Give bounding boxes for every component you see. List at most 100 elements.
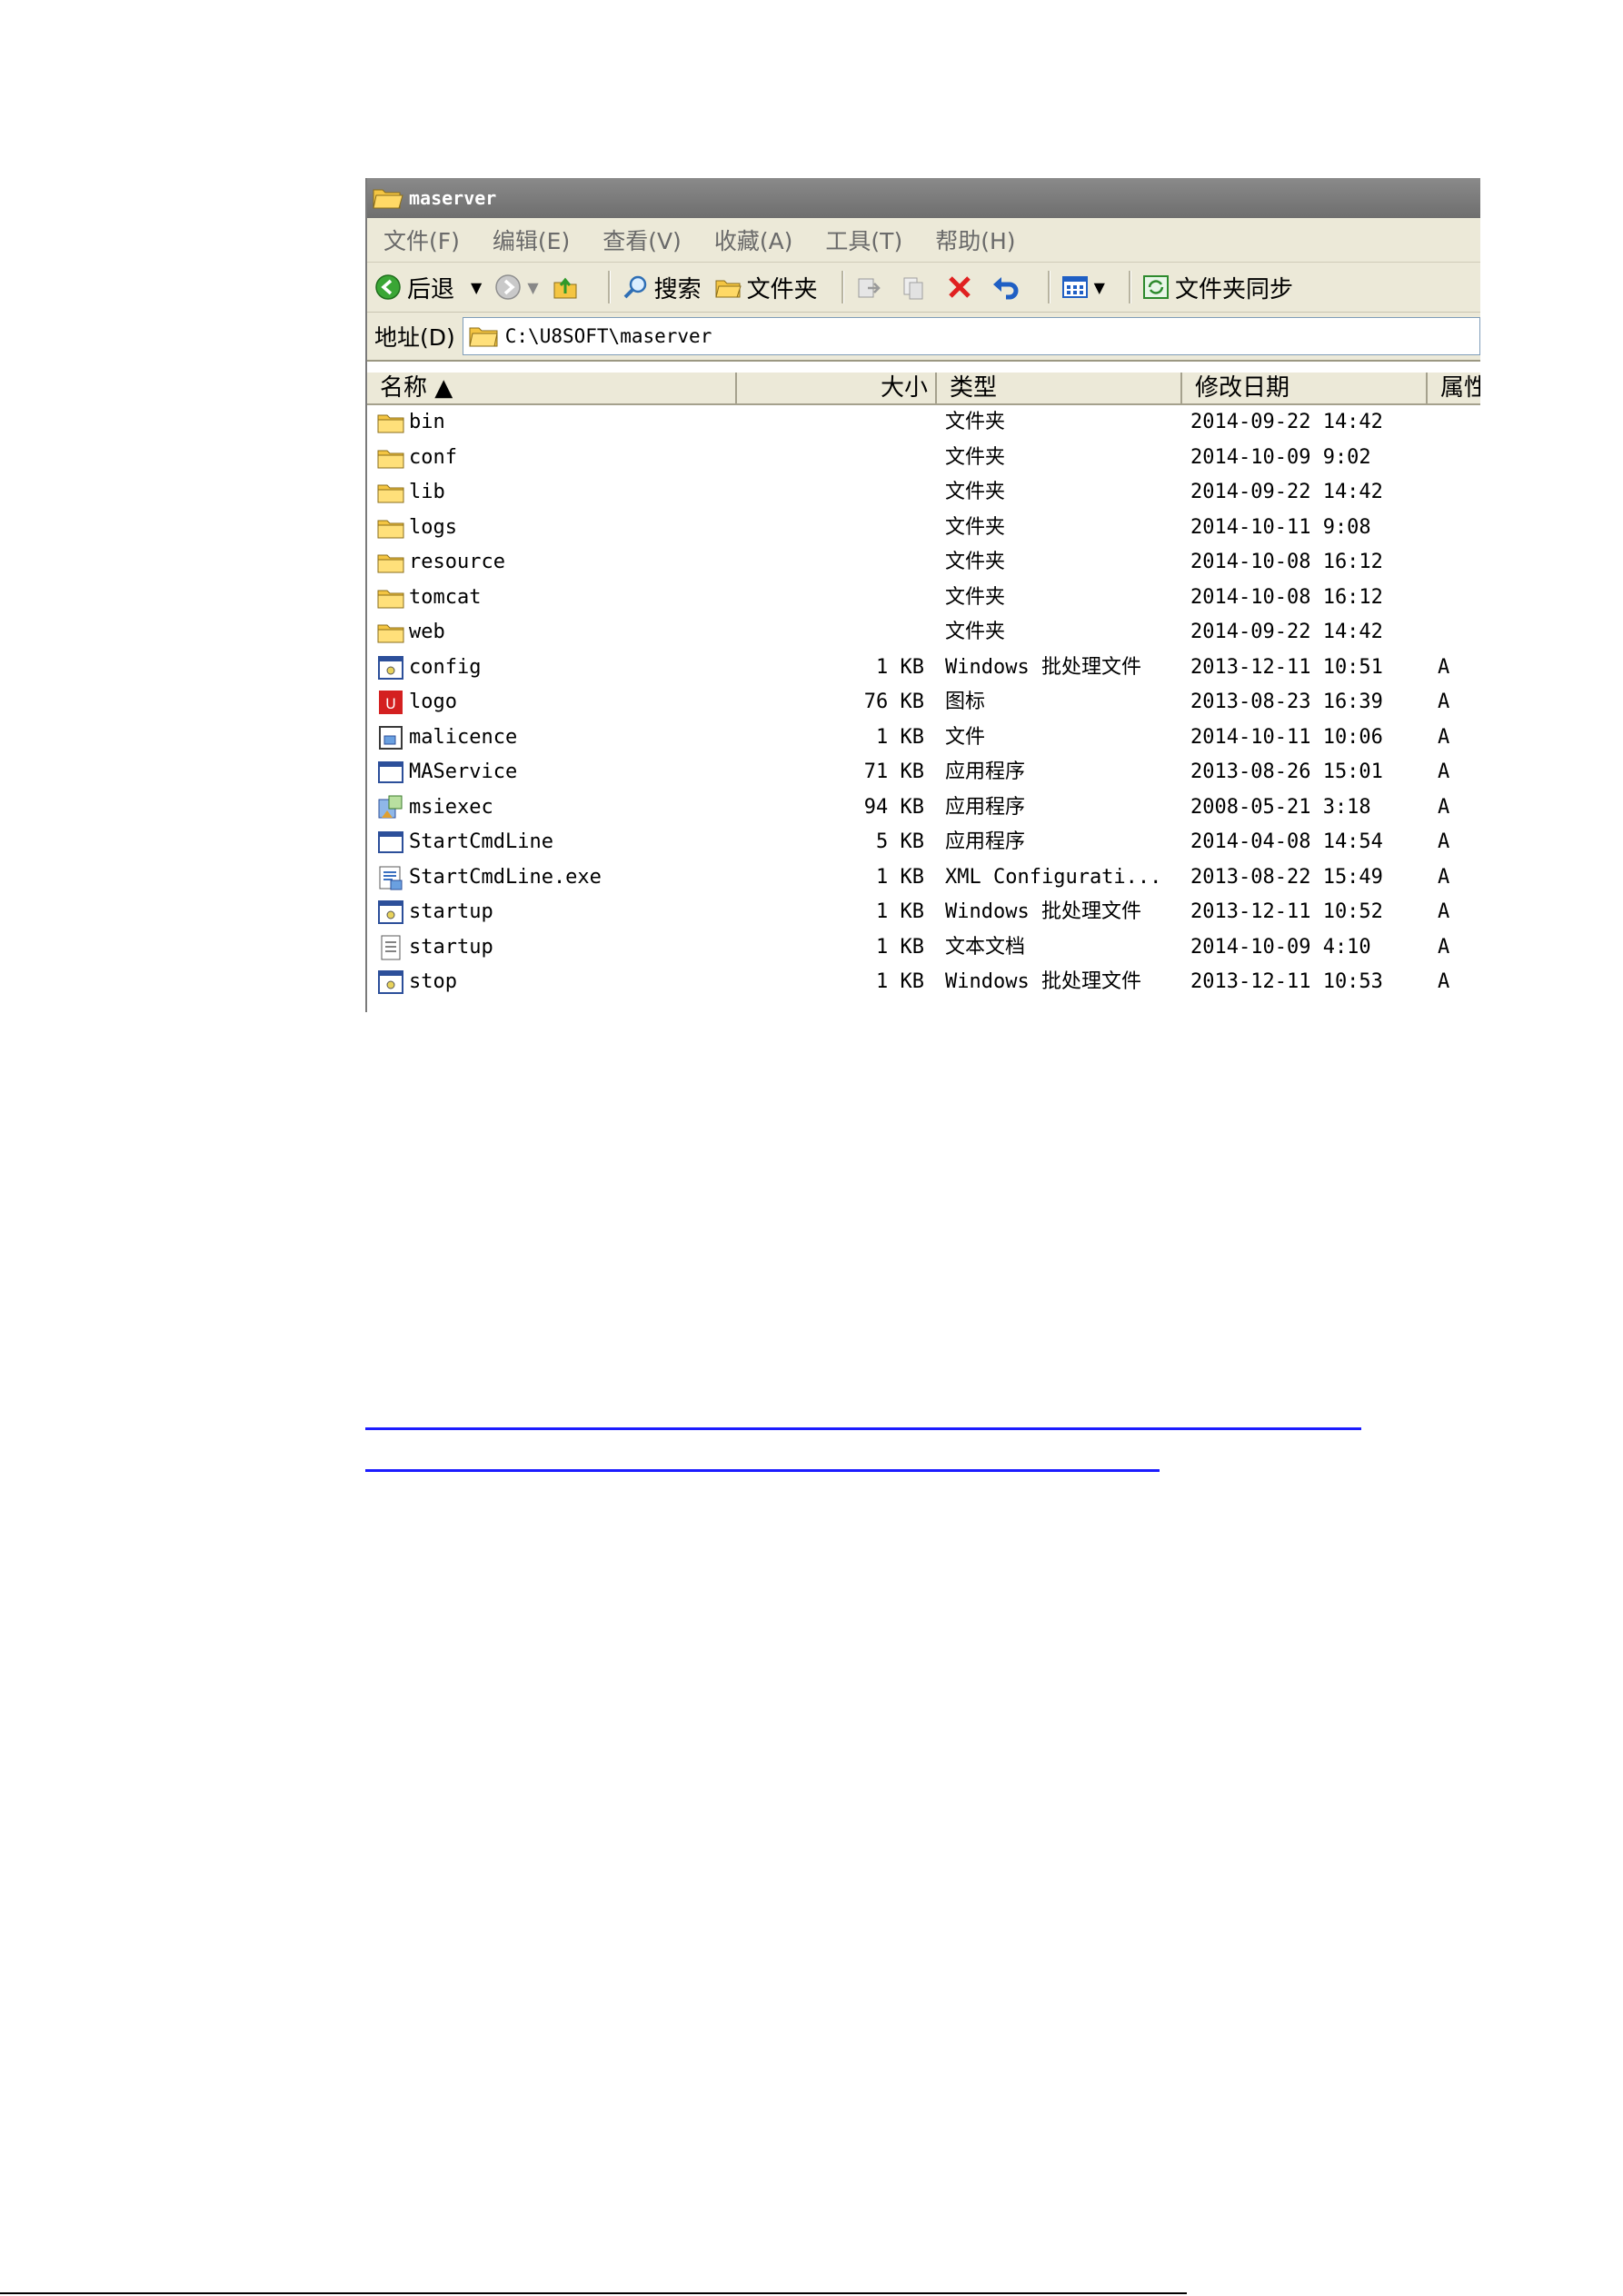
file-row[interactable]: config 1 KB Windows 批处理文件 2013-12-11 10:51 A — [367, 651, 1480, 686]
file-name: MAService — [409, 760, 518, 783]
menu-edit[interactable]: 编辑(E) — [493, 224, 570, 256]
generic-file-icon — [379, 725, 403, 750]
file-name-cell[interactable]: startup — [376, 930, 493, 965]
hyperlink-underline[interactable] — [365, 1427, 1361, 1430]
back-dropdown-icon[interactable]: ▼ — [471, 279, 482, 296]
file-name-cell[interactable]: startup — [376, 895, 493, 929]
column-header-attributes[interactable]: 属性 — [1428, 373, 1480, 403]
file-name-cell[interactable]: lib — [376, 475, 445, 510]
views-grid-icon — [1061, 276, 1088, 298]
file-modified-date: 2013-08-22 15:49 — [1190, 865, 1383, 889]
file-name-cell[interactable]: logs — [376, 511, 457, 545]
views-button[interactable]: ▼ — [1061, 273, 1105, 301]
column-header-modified[interactable]: 修改日期 — [1182, 373, 1428, 403]
forward-button[interactable]: ▼ — [494, 273, 539, 301]
file-name: logs — [409, 515, 457, 539]
toolbar-separator — [1128, 271, 1131, 303]
address-value: C:\U8SOFT\maserver — [504, 325, 712, 347]
file-name-cell[interactable]: MAService — [376, 755, 517, 790]
file-name-cell[interactable]: web — [376, 615, 445, 650]
file-row[interactable]: msiexec 94 KB 应用程序 2008-05-21 3:18 A — [367, 790, 1480, 826]
file-modified-date: 2014-10-09 4:10 — [1190, 935, 1371, 959]
address-bar: 地址(D) C:\U8SOFT\maserver — [367, 313, 1480, 362]
title-bar: maserver — [367, 178, 1480, 218]
forward-dropdown-icon[interactable]: ▼ — [527, 279, 538, 296]
up-folder-button[interactable] — [552, 273, 584, 301]
file-name-cell[interactable]: StartCmdLine — [376, 825, 553, 860]
file-modified-date: 2014-09-22 14:42 — [1190, 621, 1383, 643]
file-type: XML Configurati... — [945, 865, 1162, 889]
file-row[interactable]: MAService 71 KB 应用程序 2013-08-26 15:01 A — [367, 755, 1480, 790]
file-attributes: A — [1438, 691, 1450, 713]
column-header-type[interactable]: 类型 — [937, 373, 1182, 403]
file-row[interactable]: logs 文件夹 2014-10-11 9:08 — [367, 511, 1480, 546]
file-row[interactable]: resource 文件夹 2014-10-08 16:12 — [367, 545, 1480, 581]
file-name-cell[interactable]: conf — [376, 441, 457, 475]
file-name-cell[interactable]: config — [376, 651, 481, 685]
search-button[interactable]: 搜索 — [622, 271, 702, 304]
file-modified-date: 2014-10-08 16:12 — [1190, 585, 1383, 609]
file-name-cell[interactable]: tomcat — [376, 581, 481, 615]
file-row[interactable]: startup 1 KB 文本文档 2014-10-09 4:10 A — [367, 930, 1480, 966]
file-size: 1 KB — [876, 865, 924, 889]
file-name: lib — [409, 481, 445, 503]
file-row[interactable]: Ulogo 76 KB 图标 2013-08-23 16:39 A — [367, 685, 1480, 721]
file-row[interactable]: stop 1 KB Windows 批处理文件 2013-12-11 10:53 A — [367, 965, 1480, 1000]
file-modified-date: 2014-10-08 16:12 — [1190, 551, 1383, 573]
file-name: config — [409, 655, 482, 679]
file-size: 94 KB — [863, 795, 924, 819]
file-row[interactable]: tomcat 文件夹 2014-10-08 16:12 — [367, 581, 1480, 616]
move-to-button[interactable] — [855, 273, 888, 301]
hyperlink-underline[interactable] — [365, 1469, 1160, 1472]
copy-to-icon — [903, 277, 923, 300]
folder-icon — [377, 554, 404, 573]
file-row[interactable]: malicence 1 KB 文件 2014-10-11 10:06 A — [367, 721, 1480, 756]
file-name-cell[interactable]: Ulogo — [376, 685, 457, 720]
file-size: 1 KB — [876, 970, 924, 993]
menu-help[interactable]: 帮助(H) — [935, 224, 1015, 256]
file-name-cell[interactable]: stop — [376, 965, 457, 999]
file-row[interactable]: web 文件夹 2014-09-22 14:42 — [367, 615, 1480, 651]
file-name-cell[interactable]: msiexec — [376, 790, 493, 825]
file-row[interactable]: StartCmdLine.exe 1 KB XML Configurati... 20… — [367, 860, 1480, 896]
file-type: 文本文档 — [945, 935, 1026, 959]
file-name-cell[interactable]: resource — [376, 545, 505, 580]
file-row[interactable]: StartCmdLine 5 KB 应用程序 2014-04-08 14:54 A — [367, 825, 1480, 860]
views-dropdown-icon[interactable]: ▼ — [1094, 279, 1105, 296]
file-row[interactable]: conf 文件夹 2014-10-09 9:02 — [367, 441, 1480, 476]
menu-file[interactable]: 文件(F) — [383, 224, 460, 256]
folder-sync-button[interactable]: 文件夹同步 — [1142, 271, 1293, 304]
toolbar: 后退 ▼ ▼ 搜索 文件夹 ▼ 文件夹同步 — [367, 263, 1480, 313]
back-button[interactable]: 后退 ▼ — [374, 271, 482, 304]
file-row[interactable]: startup 1 KB Windows 批处理文件 2013-12-11 10:52… — [367, 895, 1480, 930]
undo-button[interactable] — [991, 273, 1024, 301]
menu-favorites[interactable]: 收藏(A) — [714, 224, 793, 256]
file-type: 文件 — [945, 725, 986, 749]
file-size: 71 KB — [863, 760, 924, 783]
file-type: 应用程序 — [945, 830, 1026, 853]
column-header-name[interactable]: 名称 ▲ — [367, 373, 737, 403]
file-attributes: A — [1438, 900, 1450, 923]
menu-view[interactable]: 查看(V) — [602, 224, 682, 256]
file-name: resource — [409, 551, 505, 573]
file-type: Windows 批处理文件 — [945, 655, 1141, 679]
column-header-size[interactable]: 大小 — [737, 373, 937, 403]
file-row[interactable]: lib 文件夹 2014-09-22 14:42 — [367, 475, 1480, 511]
folder-icon — [469, 327, 498, 347]
copy-to-button[interactable] — [901, 273, 933, 301]
file-name-cell[interactable]: bin — [376, 405, 445, 440]
delete-button[interactable] — [946, 273, 979, 301]
file-name-cell[interactable]: StartCmdLine.exe — [376, 860, 602, 895]
move-to-icon — [858, 278, 881, 298]
address-input[interactable]: C:\U8SOFT\maserver — [462, 317, 1480, 355]
file-row[interactable]: bin 文件夹 2014-09-22 14:42 — [367, 405, 1480, 441]
file-type: 应用程序 — [945, 795, 1026, 819]
window-title: maserver — [409, 187, 497, 209]
menu-bar: 文件(F) 编辑(E) 查看(V) 收藏(A) 工具(T) 帮助(H) — [367, 218, 1480, 263]
file-size: 1 KB — [876, 655, 924, 679]
folders-button[interactable]: 文件夹 — [714, 271, 818, 304]
file-modified-date: 2013-12-11 10:51 — [1190, 655, 1383, 679]
menu-tools[interactable]: 工具(T) — [825, 224, 902, 256]
file-name-cell[interactable]: malicence — [376, 721, 517, 755]
file-type: 文件夹 — [945, 445, 1006, 469]
